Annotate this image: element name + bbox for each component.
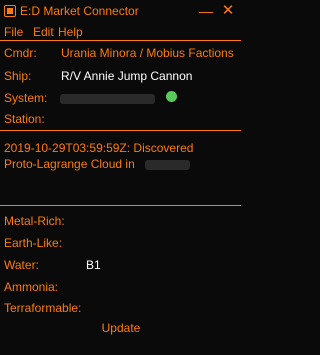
online-status-icon (166, 91, 177, 102)
earth-like-label: Earth-Like: (4, 236, 63, 250)
divider-middle (0, 130, 241, 131)
status-system-redacted (145, 160, 190, 170)
close-button[interactable]: ✕ (218, 2, 238, 20)
ship-value[interactable]: R/V Annie Jump Cannon (61, 69, 192, 83)
menu-file[interactable]: File (4, 25, 23, 39)
cmdr-value[interactable]: Urania Minora / Mobius Factions (61, 46, 234, 60)
ship-label: Ship: (4, 69, 32, 83)
minimize-button[interactable]: — (196, 2, 216, 20)
app-icon (4, 5, 16, 17)
menu-bar: File Edit Help (0, 22, 241, 40)
window-title: E:D Market Connector (20, 4, 139, 18)
water-value: B1 (86, 258, 101, 272)
cmdr-label: Cmdr: (4, 46, 37, 60)
divider-top (0, 40, 241, 41)
water-label: Water: (4, 258, 39, 272)
system-value-redacted[interactable] (60, 94, 155, 104)
station-label: Station: (4, 112, 45, 126)
divider-lower (0, 205, 241, 206)
status-line-2: Proto-Lagrange Cloud in (4, 157, 135, 171)
metal-rich-label: Metal-Rich: (4, 214, 65, 228)
system-label: System: (4, 91, 48, 105)
title-bar[interactable]: E:D Market Connector — ✕ (0, 0, 241, 22)
terraformable-label: Terraformable: (4, 301, 82, 315)
status-line-1: 2019-10-29T03:59:59Z: Discovered (4, 141, 194, 155)
menu-edit[interactable]: Edit (33, 25, 54, 39)
update-button[interactable]: Update (96, 321, 146, 335)
menu-help[interactable]: Help (58, 25, 83, 39)
ammonia-label: Ammonia: (4, 280, 59, 294)
